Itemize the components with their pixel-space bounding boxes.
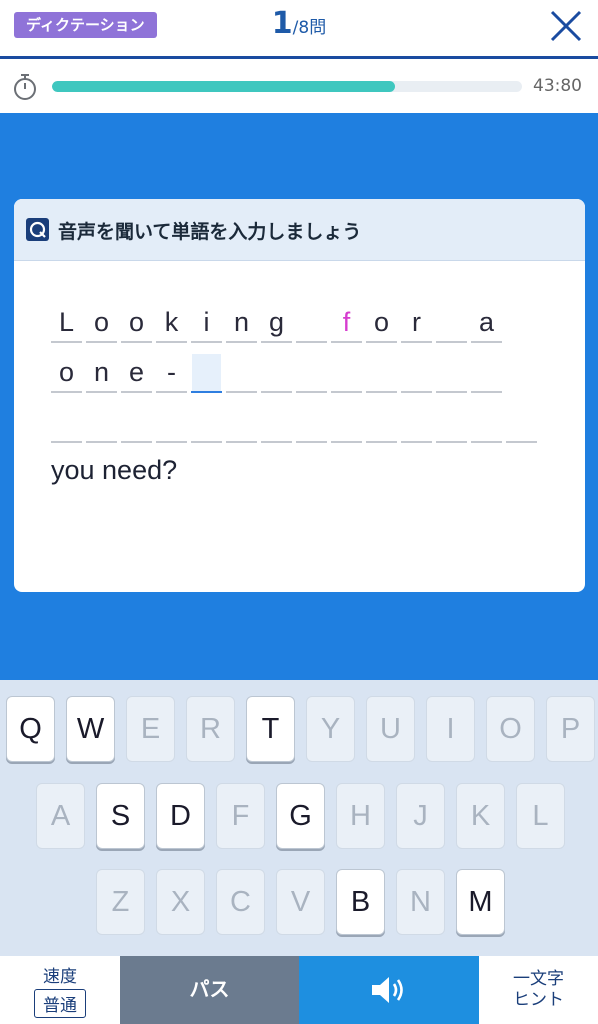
blank-letter-cell[interactable] bbox=[226, 354, 257, 393]
letter-cell[interactable]: k bbox=[156, 304, 187, 343]
key-i[interactable]: I bbox=[426, 696, 475, 762]
question-card: 音声を聞いて単語を入力しましょう Lookingforaone- you nee… bbox=[14, 199, 585, 592]
pass-button[interactable]: パス bbox=[120, 956, 299, 1024]
letter-cell[interactable]: n bbox=[86, 354, 117, 393]
blank-letter-cell[interactable] bbox=[191, 354, 222, 393]
key-e[interactable]: E bbox=[126, 696, 175, 762]
key-h[interactable]: H bbox=[336, 783, 385, 849]
key-z[interactable]: Z bbox=[96, 869, 145, 935]
key-u[interactable]: U bbox=[366, 696, 415, 762]
letter-cell[interactable]: - bbox=[156, 354, 187, 393]
speed-control[interactable]: 速度 普通 bbox=[0, 956, 120, 1024]
time-remaining: 43:80 bbox=[533, 76, 582, 96]
blank-letter-cell[interactable] bbox=[436, 304, 467, 343]
blank-letter-cell[interactable] bbox=[401, 404, 432, 443]
time-progress-fill bbox=[52, 81, 396, 92]
card-header: 音声を聞いて単語を入力しましょう bbox=[14, 199, 585, 261]
letter-cell[interactable]: e bbox=[121, 354, 152, 393]
letter-cell[interactable]: L bbox=[51, 304, 82, 343]
key-p[interactable]: P bbox=[546, 696, 595, 762]
key-v[interactable]: V bbox=[276, 869, 325, 935]
close-icon bbox=[550, 10, 582, 42]
key-k[interactable]: K bbox=[456, 783, 505, 849]
speed-value[interactable]: 普通 bbox=[34, 989, 86, 1018]
key-q[interactable]: Q bbox=[6, 696, 55, 762]
blank-letter-cell[interactable] bbox=[261, 354, 292, 393]
blank-letter-cell[interactable] bbox=[226, 404, 257, 443]
key-b[interactable]: B bbox=[336, 869, 385, 935]
key-t[interactable]: T bbox=[246, 696, 295, 762]
close-button[interactable] bbox=[548, 8, 584, 44]
one-letter-hint-button[interactable]: 一文字 ヒント bbox=[479, 956, 598, 1024]
instruction-text: 音声を聞いて単語を入力しましょう bbox=[58, 221, 362, 243]
key-f[interactable]: F bbox=[216, 783, 265, 849]
speed-label: 速度 bbox=[43, 967, 77, 987]
blank-letter-cell[interactable] bbox=[296, 404, 327, 443]
letter-cell[interactable]: o bbox=[86, 304, 117, 343]
blank-letter-cell[interactable] bbox=[471, 354, 502, 393]
blank-letter-cell[interactable] bbox=[261, 404, 292, 443]
question-area: 音声を聞いて単語を入力しましょう Lookingforaone- you nee… bbox=[0, 113, 598, 680]
letter-cell[interactable]: r bbox=[401, 304, 432, 343]
key-y[interactable]: Y bbox=[306, 696, 355, 762]
blank-letter-cell[interactable] bbox=[191, 404, 222, 443]
blank-letter-cell[interactable] bbox=[506, 404, 537, 443]
bottom-toolbar: 速度 普通 パス 一文字 ヒント bbox=[0, 956, 598, 1024]
letter-cell[interactable]: o bbox=[51, 354, 82, 393]
blank-letter-cell[interactable] bbox=[331, 354, 362, 393]
current-question: 1 bbox=[271, 6, 293, 41]
letter-cell[interactable]: o bbox=[121, 304, 152, 343]
time-progress-bar bbox=[52, 81, 522, 92]
letter-cell[interactable]: o bbox=[366, 304, 397, 343]
speaker-icon bbox=[372, 977, 403, 1003]
blank-letter-cell[interactable] bbox=[366, 354, 397, 393]
blank-letter-cell[interactable] bbox=[366, 404, 397, 443]
dictation-icon bbox=[26, 218, 49, 241]
letter-cell[interactable]: a bbox=[471, 304, 502, 343]
blank-letter-cell[interactable] bbox=[436, 354, 467, 393]
blank-letter-cell[interactable] bbox=[471, 404, 502, 443]
key-m[interactable]: M bbox=[456, 869, 505, 935]
blank-letter-cell[interactable] bbox=[331, 404, 362, 443]
timer-row: 43:80 bbox=[0, 59, 598, 113]
key-n[interactable]: N bbox=[396, 869, 445, 935]
key-c[interactable]: C bbox=[216, 869, 265, 935]
sentence-tail: you need? bbox=[51, 455, 178, 485]
blank-letter-cell[interactable] bbox=[51, 404, 82, 443]
total-questions: /8問 bbox=[292, 18, 327, 38]
stopwatch-icon bbox=[14, 74, 36, 100]
blank-letter-cell[interactable] bbox=[121, 404, 152, 443]
letter-cell[interactable]: n bbox=[226, 304, 257, 343]
blank-letter-cell[interactable] bbox=[436, 404, 467, 443]
key-g[interactable]: G bbox=[276, 783, 325, 849]
blank-letter-cell[interactable] bbox=[156, 404, 187, 443]
hint-line-1: 一文字 bbox=[513, 969, 564, 989]
key-x[interactable]: X bbox=[156, 869, 205, 935]
key-d[interactable]: D bbox=[156, 783, 205, 849]
question-counter: 1/8問 bbox=[0, 6, 598, 41]
key-j[interactable]: J bbox=[396, 783, 445, 849]
letter-cell[interactable]: g bbox=[261, 304, 292, 343]
letter-keyboard: QWERTYUIOP ASDFGHJKL ZXCVBNM bbox=[0, 680, 598, 956]
key-s[interactable]: S bbox=[96, 783, 145, 849]
dictation-screen: ディクテーション 1/8問 43:80 音声を聞いて単語を入力しましょう L o… bbox=[0, 0, 598, 1024]
key-a[interactable]: A bbox=[36, 783, 85, 849]
hint-line-2: ヒント bbox=[513, 990, 564, 1010]
blank-letter-cell[interactable] bbox=[86, 404, 117, 443]
blank-letter-cell[interactable] bbox=[296, 304, 327, 343]
key-l[interactable]: L bbox=[516, 783, 565, 849]
key-w[interactable]: W bbox=[66, 696, 115, 762]
letter-cell[interactable]: f bbox=[331, 304, 362, 343]
header: ディクテーション 1/8問 bbox=[0, 0, 598, 59]
letter-cell[interactable]: i bbox=[191, 304, 222, 343]
key-o[interactable]: O bbox=[486, 696, 535, 762]
blank-letter-cell[interactable] bbox=[401, 354, 432, 393]
key-r[interactable]: R bbox=[186, 696, 235, 762]
play-sound-button[interactable] bbox=[299, 956, 479, 1024]
blank-letter-cell[interactable] bbox=[296, 354, 327, 393]
